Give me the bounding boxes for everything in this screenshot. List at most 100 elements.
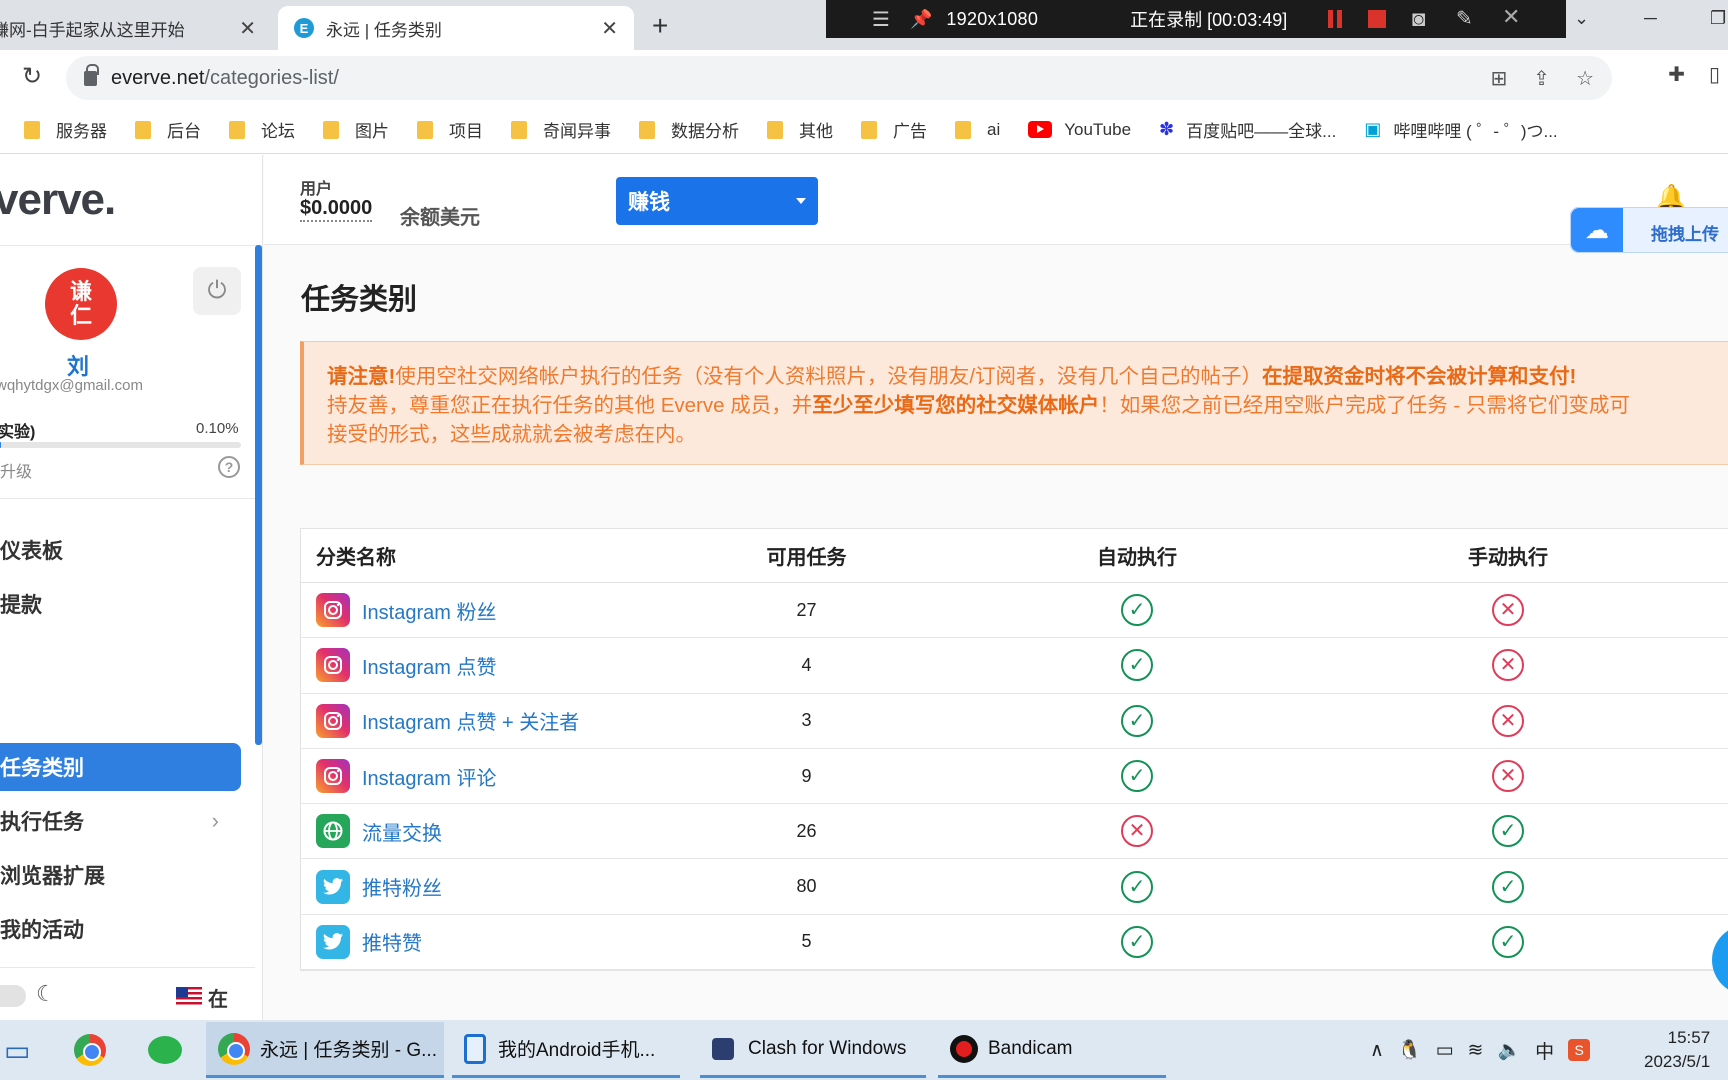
- category-link[interactable]: Instagram 粉丝: [362, 596, 496, 625]
- language-label[interactable]: 在: [208, 983, 228, 1012]
- tab-title: 永远 | 任务类别: [326, 20, 442, 40]
- category-link[interactable]: 推特赞: [362, 927, 422, 956]
- stop-icon[interactable]: [1368, 10, 1386, 28]
- sogou-icon[interactable]: S: [1568, 1039, 1591, 1061]
- translate-icon[interactable]: ⊞: [1491, 66, 1508, 91]
- sidebar-item-task-categories[interactable]: 任务类别: [0, 743, 241, 791]
- volume-icon[interactable]: 🔈: [1497, 1038, 1521, 1062]
- check-circle-icon: ✓: [1121, 760, 1153, 793]
- star-icon[interactable]: ☆: [1576, 66, 1594, 91]
- avatar[interactable]: 谦 仁: [45, 268, 117, 340]
- bookmark-bilibili[interactable]: ▣ 哔哩哔哩 ( ゜- ゜)つ...: [1364, 117, 1557, 142]
- category-link[interactable]: 推特粉丝: [362, 872, 442, 901]
- tab-close-icon[interactable]: ✕: [239, 16, 256, 41]
- balance-value[interactable]: $0.0000: [300, 197, 373, 222]
- taskbar-item[interactable]: Clash for Windows: [700, 1022, 926, 1078]
- theme-toggle[interactable]: [0, 985, 26, 1007]
- category-link[interactable]: Instagram 评论: [362, 762, 496, 791]
- instagram-icon: [316, 703, 350, 738]
- sidebar-item-withdraw[interactable]: 提款: [0, 580, 241, 628]
- close-icon[interactable]: ✕: [1502, 4, 1520, 30]
- folder-icon: [955, 120, 971, 139]
- pin-icon[interactable]: 📌: [910, 9, 932, 30]
- wifi-icon[interactable]: ≋: [1468, 1039, 1484, 1062]
- bookmark-youtube[interactable]: YouTube: [1028, 120, 1131, 140]
- us-flag-icon[interactable]: [176, 987, 202, 1005]
- level-percent: 0.10%: [196, 420, 239, 437]
- category-link[interactable]: Instagram 点赞 + 关注者: [362, 706, 579, 735]
- earn-dropdown-button[interactable]: 赚钱: [616, 177, 818, 225]
- available-count: 80: [796, 876, 817, 897]
- sidebar-item-dashboard[interactable]: 仪表板: [0, 526, 241, 574]
- table-row: Instagram 粉丝 27 ✓ ✕: [301, 583, 1728, 639]
- url-input[interactable]: everve.net/categories-list/ ⊞ ⇪ ☆: [66, 56, 1612, 100]
- bookmark-folder[interactable]: 数据分析: [639, 117, 739, 142]
- wechat-icon[interactable]: [148, 1028, 182, 1072]
- clock[interactable]: 15:57 2023/5/1: [1644, 1026, 1710, 1074]
- sidebar-item-browser-extension[interactable]: 浏览器扩展: [0, 851, 241, 899]
- browser-tab-active[interactable]: E 永远 | 任务类别 ✕: [278, 6, 634, 50]
- chevron-down-icon[interactable]: ⌄: [1574, 8, 1589, 29]
- share-icon[interactable]: ⇪: [1533, 66, 1550, 91]
- battery-icon[interactable]: ▭: [1436, 1039, 1454, 1062]
- ime-indicator[interactable]: 中: [1535, 1037, 1554, 1064]
- help-icon[interactable]: ?: [218, 456, 240, 478]
- header-auto: 自动执行: [1097, 547, 1177, 569]
- check-circle-icon: ✓: [1121, 704, 1153, 737]
- upgrade-link[interactable]: 升级: [0, 458, 32, 482]
- sidebar: verve. 谦 仁 ⏻ 刘 wqhytdgx@gmail.com 实验) 0.…: [0, 155, 263, 1020]
- bookmark-baidu[interactable]: ✽ 百度贴吧——全球...: [1159, 117, 1336, 142]
- new-tab-icon[interactable]: +: [652, 10, 668, 42]
- browser-tab-bar: 赚网-白手起家从这里开始 ✕ E 永远 | 任务类别 ✕ + ☰ 📌 1920x…: [0, 0, 1728, 50]
- bookmark-folder[interactable]: 其他: [767, 117, 833, 142]
- pen-icon[interactable]: ✎: [1456, 6, 1473, 31]
- desktop-icon[interactable]: ▭: [4, 1028, 30, 1072]
- x-circle-icon: ✕: [1492, 649, 1524, 682]
- extensions-icon[interactable]: ✚: [1668, 62, 1685, 87]
- level-label: 实验): [0, 424, 36, 441]
- everve-page: verve. 谦 仁 ⏻ 刘 wqhytdgx@gmail.com 实验) 0.…: [0, 155, 1728, 1020]
- table-row: Instagram 点赞 + 关注者 3 ✓ ✕: [301, 694, 1728, 749]
- sidebar-item-perform-tasks[interactable]: 执行任务 ›: [0, 797, 241, 845]
- bookmark-folder[interactable]: 论坛: [229, 117, 295, 142]
- pause-icon[interactable]: [1328, 10, 1342, 28]
- bookmark-folder[interactable]: 奇闻异事: [511, 117, 611, 142]
- reload-icon[interactable]: ↻: [22, 62, 42, 91]
- chevron-up-icon[interactable]: ∧: [1370, 1039, 1384, 1062]
- instagram-icon: [316, 593, 350, 628]
- folder-icon: [229, 120, 245, 139]
- bookmark-folder[interactable]: 广告: [861, 117, 927, 142]
- browser-tab[interactable]: 赚网-白手起家从这里开始 ✕: [0, 6, 272, 50]
- bookmark-folder[interactable]: 服务器: [24, 117, 107, 142]
- menu-icon[interactable]: ☰: [872, 7, 890, 32]
- bookmark-folder[interactable]: ai: [955, 120, 1000, 140]
- minimize-icon[interactable]: ─: [1644, 8, 1657, 29]
- tab-close-icon[interactable]: ✕: [601, 16, 618, 41]
- lock-icon: [84, 63, 99, 86]
- category-cell: 推特粉丝: [301, 869, 711, 904]
- system-tray: ∧ 🐧 ▭ ≋ 🔈 中 S: [1370, 1020, 1591, 1080]
- upload-widget[interactable]: ☁ 拖拽上传: [1570, 207, 1728, 253]
- maximize-icon[interactable]: ❐: [1710, 8, 1726, 29]
- sidepanel-icon[interactable]: ▯: [1709, 62, 1720, 87]
- sidebar-item-my-activity[interactable]: 我的活动: [0, 905, 241, 953]
- taskbar-item[interactable]: Bandicam: [938, 1022, 1166, 1078]
- bookmark-folder[interactable]: 项目: [417, 117, 483, 142]
- x-circle-icon: ✕: [1121, 815, 1153, 848]
- camera-icon[interactable]: ◙: [1412, 6, 1425, 32]
- category-link[interactable]: Instagram 点赞: [362, 651, 496, 680]
- taskbar-item[interactable]: 永远 | 任务类别 - G...: [206, 1022, 444, 1078]
- category-link[interactable]: 流量交换: [362, 817, 442, 846]
- taskbar-item[interactable]: 我的Android手机...: [452, 1022, 680, 1078]
- bookmark-folder[interactable]: 图片: [323, 117, 389, 142]
- level-progress-bar: [0, 442, 241, 448]
- moon-icon[interactable]: ☾: [36, 981, 56, 1007]
- category-cell: 推特赞: [301, 924, 711, 959]
- chrome-icon[interactable]: [74, 1028, 116, 1072]
- caret-down-icon: [796, 198, 806, 204]
- sidebar-scrollbar[interactable]: [255, 245, 262, 745]
- qq-icon[interactable]: 🐧: [1398, 1038, 1422, 1062]
- everve-logo[interactable]: verve.: [0, 175, 116, 225]
- logout-button[interactable]: ⏻: [193, 267, 241, 315]
- bookmark-folder[interactable]: 后台: [135, 117, 201, 142]
